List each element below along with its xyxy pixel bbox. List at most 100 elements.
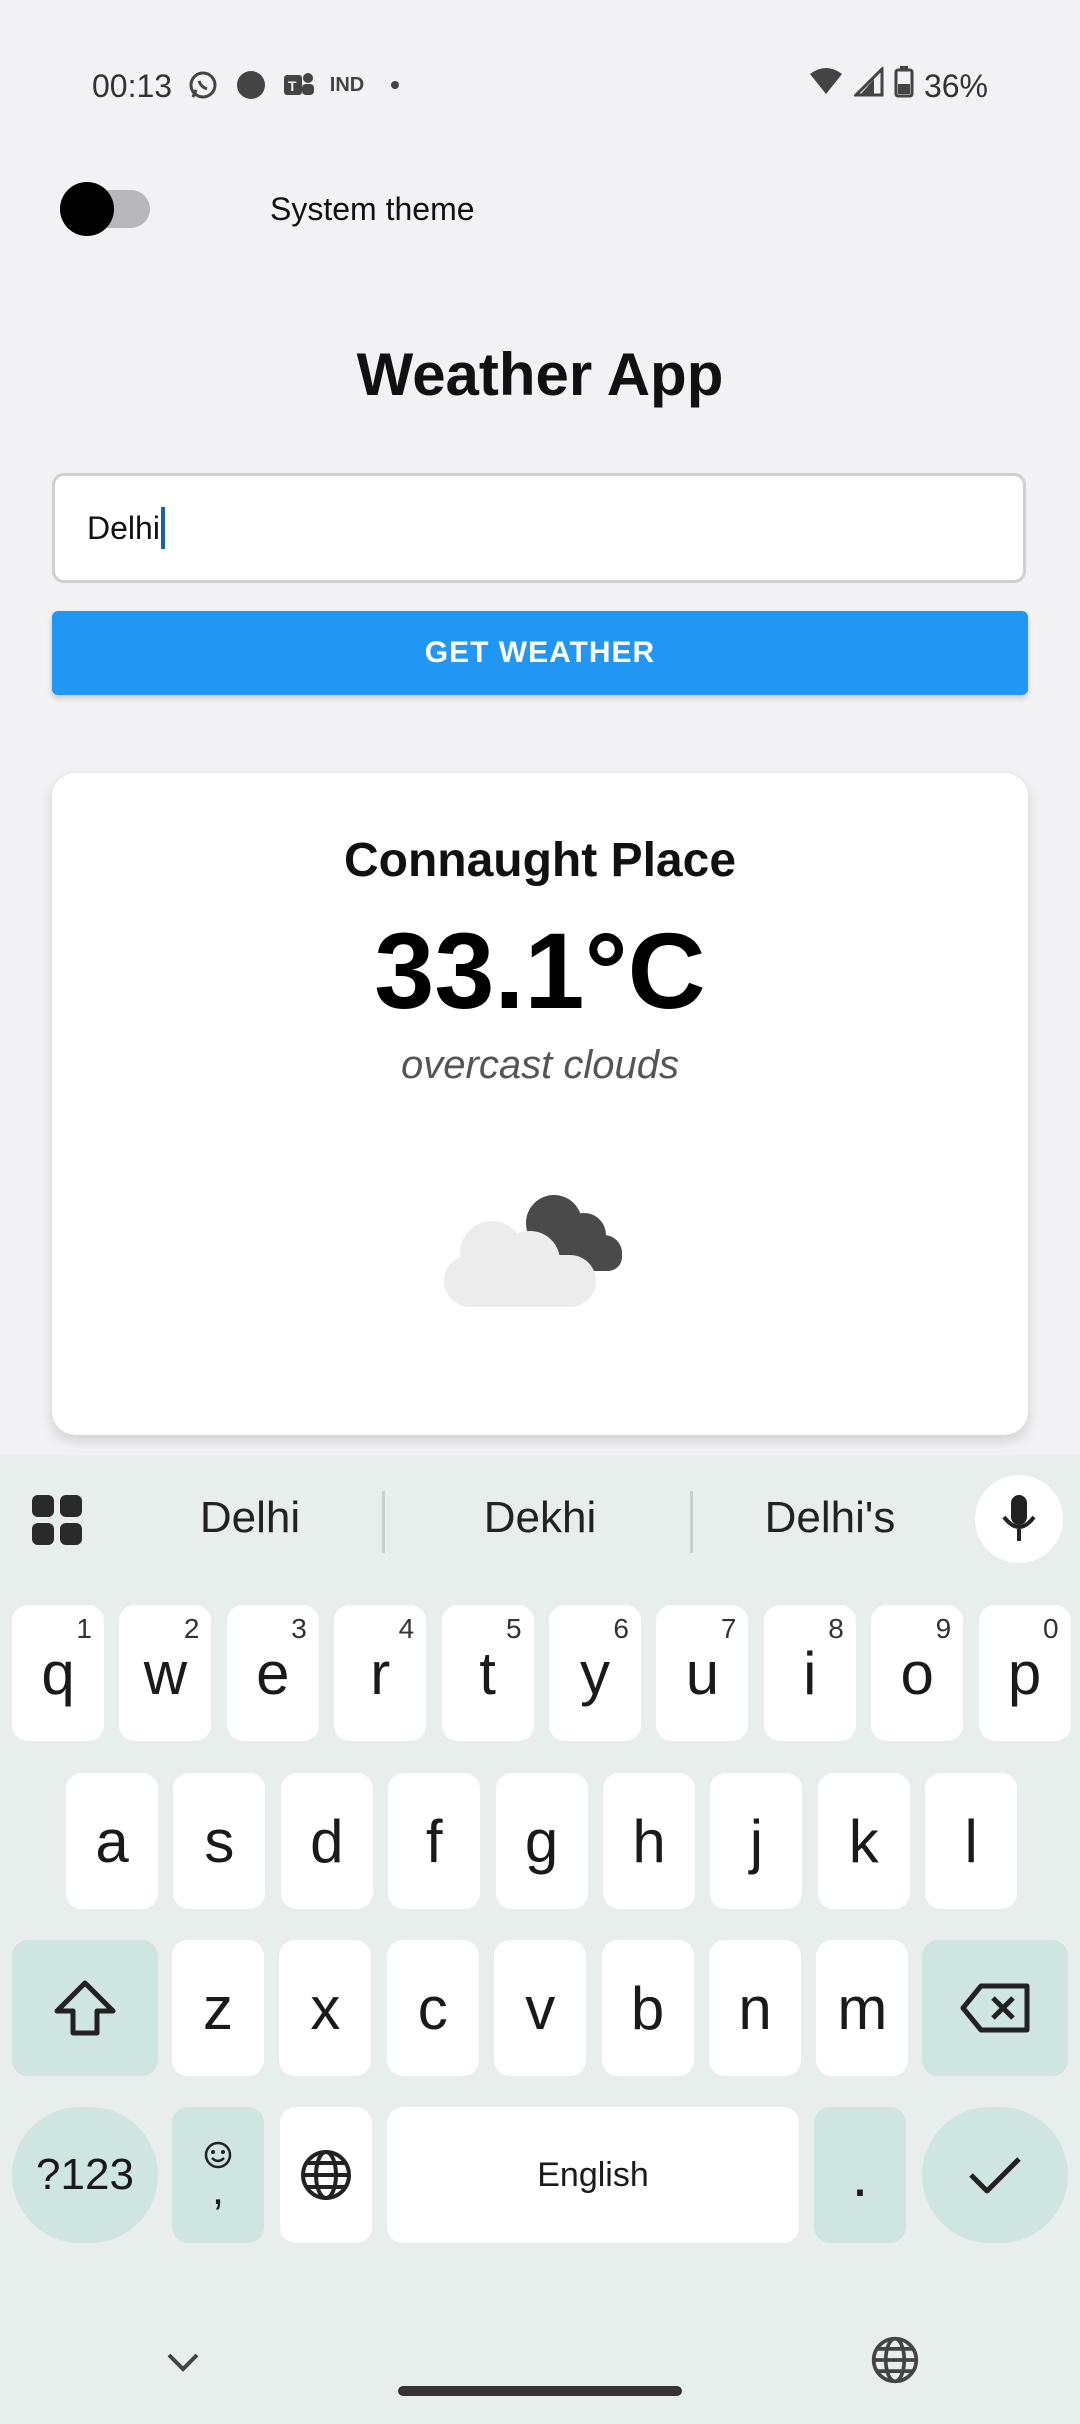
microphone-icon[interactable] <box>975 1475 1063 1563</box>
key-g[interactable]: g <box>495 1773 588 1909</box>
comma-label: , <box>211 2165 225 2214</box>
key-label: m <box>837 1974 888 2042</box>
key-label: c <box>417 1974 448 2042</box>
key-v[interactable]: v <box>494 1940 587 2076</box>
key-label: n <box>738 1974 772 2042</box>
symbols-key[interactable]: ?123 <box>12 2107 158 2243</box>
key-label: z <box>203 1974 233 2042</box>
key-z[interactable]: z <box>172 1940 264 2076</box>
key-m[interactable]: m <box>816 1940 909 2076</box>
key-number-hint: 7 <box>720 1613 737 1644</box>
weather-description: overcast clouds <box>401 1043 679 1087</box>
key-p[interactable]: p0 <box>978 1605 1071 1741</box>
key-c[interactable]: c <box>386 1940 479 2076</box>
get-weather-button[interactable]: GET WEATHER <box>52 611 1028 695</box>
key-y[interactable]: y6 <box>549 1605 641 1741</box>
language-globe-icon[interactable] <box>870 2335 920 2390</box>
key-x[interactable]: x <box>279 1940 372 2076</box>
period-key[interactable]: . <box>814 2107 906 2243</box>
key-e[interactable]: e3 <box>226 1605 319 1741</box>
divider <box>690 1491 693 1553</box>
key-number-hint: 4 <box>398 1613 415 1644</box>
key-label: i <box>803 1639 817 1707</box>
key-a[interactable]: a <box>66 1773 158 1909</box>
key-label: u <box>685 1639 720 1707</box>
theme-toggle[interactable] <box>60 182 150 236</box>
key-w[interactable]: w2 <box>119 1605 212 1741</box>
key-l[interactable]: l <box>925 1773 1018 1909</box>
page-title: Weather App <box>356 341 724 408</box>
suggestion-3[interactable]: Delhi's <box>710 1493 950 1543</box>
theme-toggle-row[interactable]: System theme <box>60 182 475 236</box>
svg-text:T: T <box>288 78 297 94</box>
dot-icon <box>378 68 412 102</box>
key-number-hint: 3 <box>291 1613 307 1644</box>
key-label: e <box>256 1639 290 1707</box>
keyboard-apps-icon[interactable] <box>32 1495 82 1545</box>
key-label: k <box>848 1807 879 1875</box>
divider <box>382 1491 385 1553</box>
key-s[interactable]: s <box>173 1773 266 1909</box>
battery-icon <box>894 66 914 106</box>
suggestion-1[interactable]: Delhi <box>140 1493 360 1543</box>
key-h[interactable]: h <box>603 1773 695 1909</box>
city-search-input[interactable]: Delhi <box>52 473 1026 583</box>
status-right: 36% <box>808 65 988 106</box>
checkmark-icon <box>969 2157 1021 2194</box>
key-number-hint: 0 <box>1043 1613 1059 1644</box>
key-t[interactable]: t5 <box>441 1605 534 1741</box>
key-j[interactable]: j <box>710 1773 803 1909</box>
key-r[interactable]: r4 <box>334 1605 427 1741</box>
emoji-comma-key[interactable]: , <box>172 2107 264 2243</box>
backspace-key[interactable] <box>922 1940 1068 2076</box>
key-label: p <box>1007 1639 1042 1707</box>
key-number-hint: 6 <box>613 1613 629 1644</box>
hide-keyboard-chevron-icon[interactable] <box>165 2340 201 2385</box>
key-label: r <box>370 1639 391 1707</box>
globe-icon <box>301 2150 351 2200</box>
shift-key[interactable] <box>12 1940 158 2076</box>
wifi-icon <box>808 66 844 106</box>
key-o[interactable]: o9 <box>871 1605 964 1741</box>
key-d[interactable]: d <box>280 1773 373 1909</box>
city-input-value: Delhi <box>87 509 160 546</box>
battery-percent: 36% <box>923 67 988 104</box>
location-name: Connaught Place <box>343 834 737 887</box>
key-label: d <box>310 1807 344 1875</box>
teams-icon: T <box>282 68 316 102</box>
key-number-hint: 2 <box>183 1613 200 1644</box>
record-icon <box>234 68 268 102</box>
key-f[interactable]: f <box>388 1773 481 1909</box>
space-key[interactable]: English <box>387 2107 799 2243</box>
key-label: f <box>425 1807 443 1875</box>
key-k[interactable]: k <box>817 1773 910 1909</box>
key-u[interactable]: u7 <box>656 1605 749 1741</box>
key-number-hint: 9 <box>935 1613 952 1644</box>
key-label: y <box>580 1639 610 1707</box>
key-b[interactable]: b <box>601 1940 694 2076</box>
on-screen-keyboard: Delhi Dekhi Delhi's ?123 , English . q1w… <box>0 1455 1080 2424</box>
whatsapp-icon <box>186 68 220 102</box>
key-label: t <box>479 1639 496 1707</box>
key-n[interactable]: n <box>709 1940 801 2076</box>
overcast-clouds-icon <box>444 1195 622 1307</box>
key-label: b <box>630 1974 665 2042</box>
notification-icons: T IND <box>186 68 412 102</box>
key-label: s <box>204 1807 235 1875</box>
key-label: h <box>632 1807 666 1875</box>
status-bar: 00:13 T IND 36% <box>0 0 1080 175</box>
home-indicator[interactable] <box>398 2386 682 2396</box>
signal-icon <box>852 65 884 105</box>
key-i[interactable]: i8 <box>763 1605 856 1741</box>
suggestion-2[interactable]: Dekhi <box>420 1493 660 1543</box>
enter-key[interactable] <box>922 2107 1068 2243</box>
key-label: g <box>524 1807 559 1875</box>
key-label: q <box>41 1639 75 1707</box>
key-q[interactable]: q1 <box>12 1605 104 1741</box>
ind-icon: IND <box>329 73 365 96</box>
key-label: v <box>525 1974 556 2042</box>
language-key[interactable] <box>280 2107 372 2243</box>
suggestion-strip: Delhi Dekhi Delhi's <box>0 1455 1080 1585</box>
status-time: 00:13 <box>92 68 173 104</box>
key-label: l <box>964 1807 978 1875</box>
